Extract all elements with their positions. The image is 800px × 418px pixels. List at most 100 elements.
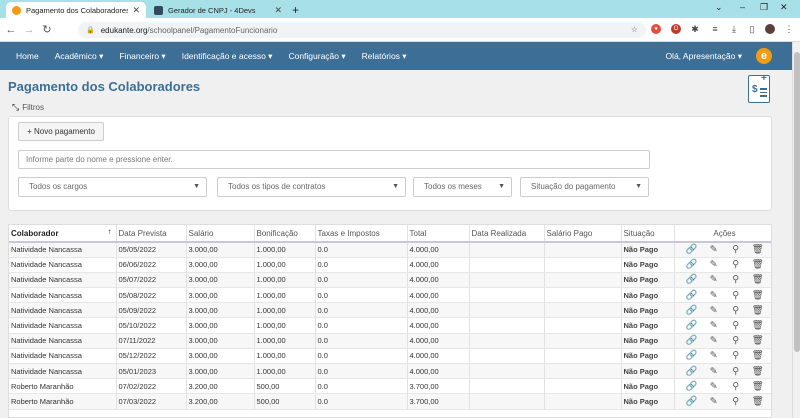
- trash-icon[interactable]: 🗑: [747, 259, 769, 270]
- link-icon[interactable]: 🔗: [681, 274, 703, 285]
- link-icon[interactable]: 🔗: [681, 366, 703, 377]
- page-scrollbar[interactable]: [792, 42, 800, 418]
- col-header-total[interactable]: Total: [407, 225, 470, 243]
- edit-icon[interactable]: ✎: [703, 259, 725, 270]
- puzzle-extensions-icon[interactable]: ✱: [690, 24, 700, 34]
- new-tab-icon[interactable]: +: [292, 3, 299, 17]
- search-icon[interactable]: ⚲: [725, 350, 747, 361]
- table-cell: [469, 348, 545, 365]
- search-icon[interactable]: ⚲: [725, 274, 747, 285]
- col-header-situacao[interactable]: Situação: [621, 225, 675, 243]
- nav-financeiro[interactable]: Financeiro ▾: [119, 51, 165, 62]
- link-icon[interactable]: 🔗: [681, 381, 703, 392]
- reload-icon[interactable]: ↻: [40, 23, 54, 36]
- trash-icon[interactable]: 🗑: [747, 244, 769, 255]
- link-icon[interactable]: 🔗: [681, 335, 703, 346]
- edit-icon[interactable]: ✎: [703, 350, 725, 361]
- cargo-select[interactable]: Todos os cargos ▼: [18, 177, 207, 197]
- minimize-icon[interactable]: –: [740, 2, 745, 12]
- search-icon[interactable]: ⚲: [725, 366, 747, 377]
- user-menu[interactable]: Olá, Apresentação ▾: [665, 51, 742, 62]
- trash-icon[interactable]: 🗑: [747, 335, 769, 346]
- table-cell: 0.0: [315, 393, 408, 410]
- opera-extension-icon[interactable]: O: [671, 24, 681, 34]
- close-window-icon[interactable]: ✕: [780, 2, 788, 13]
- nav-configuracao[interactable]: Configuração ▾: [288, 51, 345, 62]
- table-cell: 05/05/2022: [116, 242, 187, 258]
- link-icon[interactable]: 🔗: [681, 259, 703, 270]
- more-menu-icon[interactable]: ⋮: [784, 24, 794, 34]
- edit-icon[interactable]: ✎: [703, 274, 725, 285]
- trash-icon[interactable]: 🗑: [747, 274, 769, 285]
- trash-icon[interactable]: 🗑: [747, 320, 769, 331]
- col-header-taxas[interactable]: Taxas e Impostos: [315, 225, 408, 243]
- forward-icon[interactable]: →: [22, 24, 36, 36]
- close-tab-icon[interactable]: ✕: [132, 5, 140, 16]
- edit-icon[interactable]: ✎: [703, 335, 725, 346]
- adblock-extension-icon[interactable]: ●: [651, 24, 661, 34]
- reading-list-icon[interactable]: ≡: [710, 24, 720, 34]
- contract-type-select[interactable]: Todos os tipos de contratos ▼: [217, 177, 406, 197]
- trash-icon[interactable]: 🗑: [747, 305, 769, 316]
- nav-academico[interactable]: Acadêmico ▾: [55, 51, 104, 62]
- search-icon[interactable]: ⚲: [725, 320, 747, 331]
- edit-icon[interactable]: ✎: [703, 305, 725, 316]
- trash-icon[interactable]: 🗑: [747, 381, 769, 392]
- edit-icon[interactable]: ✎: [703, 381, 725, 392]
- trash-icon[interactable]: 🗑: [747, 350, 769, 361]
- search-input[interactable]: Informe parte do nome e pressione enter.: [18, 150, 650, 169]
- edit-icon[interactable]: ✎: [703, 320, 725, 331]
- link-icon[interactable]: 🔗: [681, 244, 703, 255]
- search-icon[interactable]: ⚲: [725, 244, 747, 255]
- download-icon[interactable]: ⤓: [729, 24, 739, 34]
- back-icon[interactable]: ←: [4, 24, 18, 36]
- edit-icon[interactable]: ✎: [703, 290, 725, 301]
- col-header-data-realizada[interactable]: Data Realizada: [469, 225, 545, 243]
- search-icon[interactable]: ⚲: [725, 335, 747, 346]
- browser-tab-active[interactable]: Pagamento dos Colaboradores ✕: [6, 2, 146, 18]
- side-panel-icon[interactable]: ▯: [747, 24, 757, 34]
- browser-tab-inactive[interactable]: Gerador de CNPJ - 4Devs ✕: [148, 2, 288, 18]
- payment-status-select[interactable]: Situação do pagamento ▼: [520, 177, 649, 197]
- app-navbar: Home Acadêmico ▾ Financeiro ▾ Identifica…: [0, 42, 792, 70]
- search-icon[interactable]: ⚲: [725, 259, 747, 270]
- nav-relatorios[interactable]: Relatórios ▾: [362, 51, 407, 62]
- url-field[interactable]: 🔒 edukante.org/schoolpanel/PagamentoFunc…: [78, 22, 646, 38]
- row-actions: 🔗 ✎ ⚲ 🗑: [674, 363, 771, 380]
- close-tab-icon[interactable]: ✕: [274, 5, 282, 16]
- chevron-down-icon[interactable]: ⌄: [715, 2, 723, 13]
- col-header-salario-pago[interactable]: Salário Pago: [544, 225, 622, 243]
- new-payment-button[interactable]: + Novo pagamento: [18, 122, 104, 141]
- nav-identificacao[interactable]: Identificação e acesso ▾: [182, 51, 273, 62]
- maximize-icon[interactable]: ❐: [760, 2, 768, 13]
- col-header-data-prevista[interactable]: Data Prevista: [116, 225, 187, 243]
- link-icon[interactable]: 🔗: [681, 290, 703, 301]
- search-icon[interactable]: ⚲: [725, 381, 747, 392]
- trash-icon[interactable]: 🗑: [747, 396, 769, 407]
- link-icon[interactable]: 🔗: [681, 320, 703, 331]
- filters-toggle[interactable]: ⤡ Filtros: [12, 102, 44, 113]
- sort-arrow-icon[interactable]: ↑: [108, 227, 112, 236]
- link-icon[interactable]: 🔗: [681, 305, 703, 316]
- table-cell: 07/03/2022: [116, 393, 187, 410]
- trash-icon[interactable]: 🗑: [747, 290, 769, 301]
- month-select[interactable]: Todos os meses ▼: [413, 177, 512, 197]
- search-icon[interactable]: ⚲: [725, 305, 747, 316]
- trash-icon[interactable]: 🗑: [747, 366, 769, 377]
- col-header-bonificacao[interactable]: Bonificação: [254, 225, 316, 243]
- link-icon[interactable]: 🔗: [681, 396, 703, 407]
- link-icon[interactable]: 🔗: [681, 350, 703, 361]
- col-header-colaborador[interactable]: Colaborador ↑: [9, 225, 117, 243]
- contract-type-select-value: Todos os tipos de contratos: [228, 182, 326, 191]
- search-icon[interactable]: ⚲: [725, 396, 747, 407]
- edit-icon[interactable]: ✎: [703, 244, 725, 255]
- payment-document-icon[interactable]: + $: [748, 73, 770, 103]
- col-header-salario[interactable]: Salário: [186, 225, 255, 243]
- bookmark-star-icon[interactable]: ☆: [631, 25, 638, 34]
- profile-avatar-icon[interactable]: [765, 24, 775, 34]
- nav-home[interactable]: Home: [16, 51, 39, 61]
- search-icon[interactable]: ⚲: [725, 290, 747, 301]
- edit-icon[interactable]: ✎: [703, 396, 725, 407]
- edit-icon[interactable]: ✎: [703, 366, 725, 377]
- scrollbar-thumb[interactable]: [794, 52, 800, 352]
